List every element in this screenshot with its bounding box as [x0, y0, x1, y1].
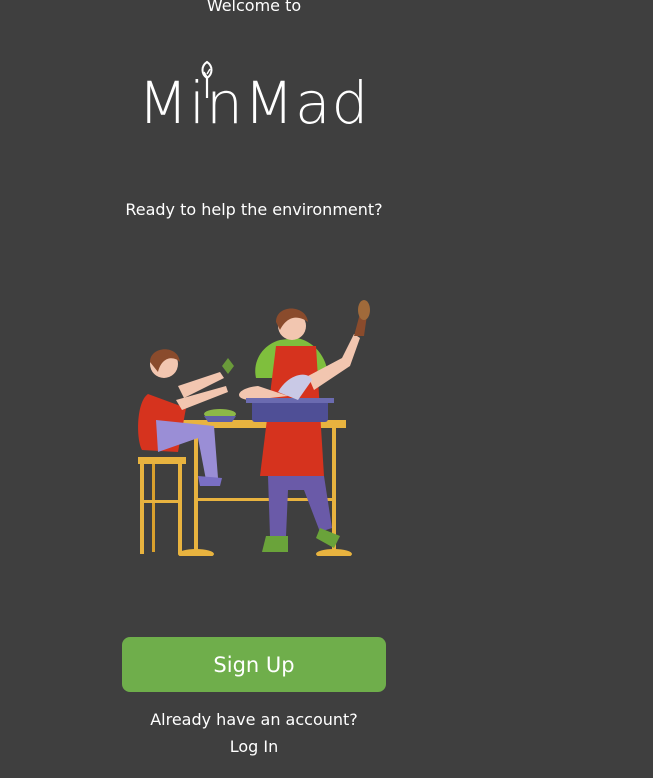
app-logo: MinMad	[138, 60, 368, 142]
sign-up-button[interactable]: Sign Up	[122, 637, 386, 692]
account-prompt: Already have an account?	[150, 710, 358, 729]
tagline: Ready to help the environment?	[125, 200, 383, 219]
log-in-link[interactable]: Log In	[0, 737, 508, 757]
cooking-couple-illustration	[138, 300, 370, 556]
logo-text: MinMad	[138, 69, 370, 137]
welcome-text: Welcome to	[206, 0, 302, 15]
leaf-icon	[201, 60, 213, 98]
